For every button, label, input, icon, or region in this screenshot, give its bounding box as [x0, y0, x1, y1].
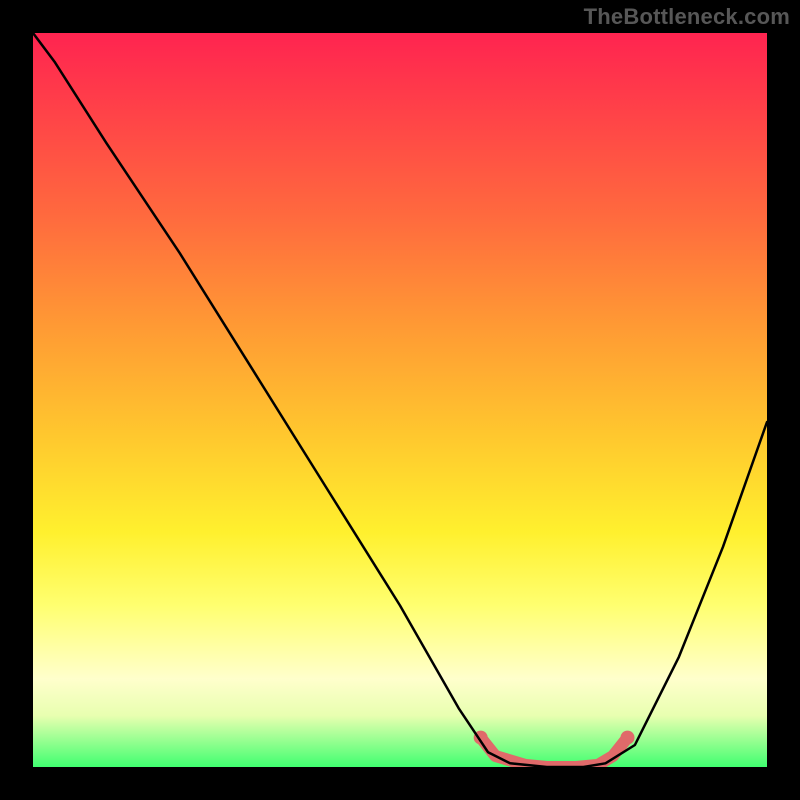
plot-gradient-background — [33, 33, 767, 767]
chart-frame: TheBottleneck.com — [0, 0, 800, 800]
watermark-text: TheBottleneck.com — [584, 4, 790, 30]
